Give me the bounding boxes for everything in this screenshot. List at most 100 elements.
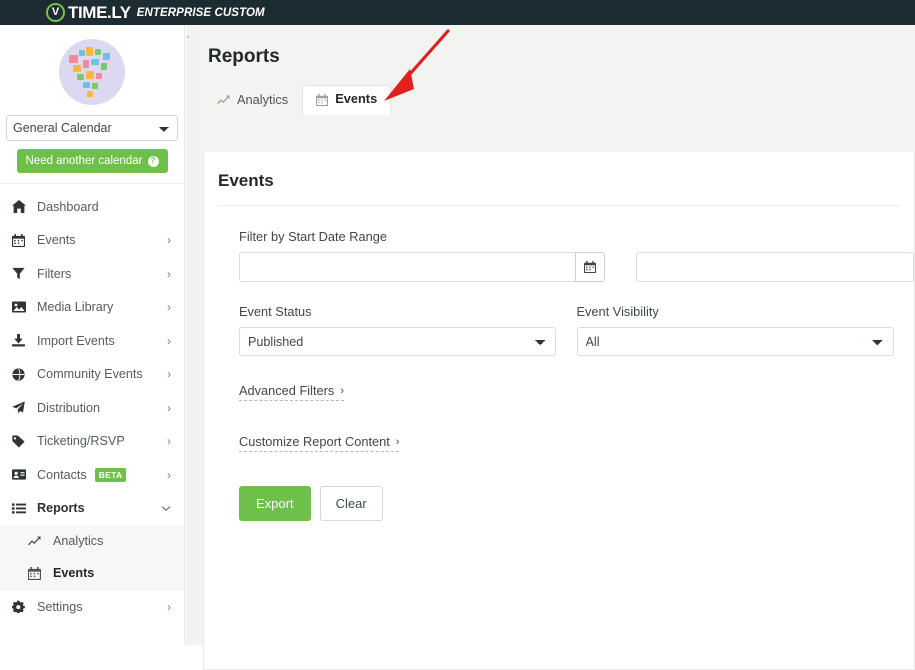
event-visibility-select[interactable]: All	[576, 327, 894, 356]
sidebar-item-label: Community Events	[37, 367, 143, 382]
need-another-calendar-button[interactable]: Need another calendar ?	[16, 149, 168, 173]
sidebar-item-label: Contacts	[37, 467, 87, 482]
event-status-group: Event Status Published	[239, 304, 577, 356]
calendar-select[interactable]: General Calendar	[6, 115, 178, 141]
sidebar-item-label: Events	[37, 233, 76, 248]
top-brand-bar: V TIME.LY ENTERPRISE CUSTOM	[0, 0, 915, 25]
sidebar-item-ticketing-rsvp[interactable]: Ticketing/RSVP ›	[0, 425, 184, 459]
sidebar-header: General Calendar Need another calendar ?	[0, 25, 184, 184]
chevron-right-icon: ›	[167, 367, 171, 382]
sidebar-item-label: Import Events	[37, 333, 115, 348]
sidebar-item-filters[interactable]: Filters ›	[0, 257, 184, 291]
sidebar-item-events[interactable]: Events ›	[0, 224, 184, 258]
chevron-right-icon: ›	[167, 599, 171, 614]
events-report-card: Events Filter by Start Date Range Event …	[203, 152, 915, 670]
question-circle-icon: ?	[147, 155, 159, 167]
calendar-icon	[12, 233, 29, 247]
chevron-right-icon: ›	[167, 300, 171, 315]
chevron-right-icon: ›	[167, 333, 171, 348]
clear-button[interactable]: Clear	[319, 486, 383, 521]
sidebar-item-community-events[interactable]: Community Events ›	[0, 358, 184, 392]
sidebar-item-analytics[interactable]: Analytics	[0, 525, 184, 557]
calendar-icon	[316, 93, 329, 106]
sidebar-item-settings[interactable]: Settings ›	[0, 590, 184, 624]
timely-v-logo-icon: V	[46, 3, 65, 22]
chevron-right-icon: ›	[340, 384, 344, 397]
status-visibility-row: Event Status Published Event Visibility …	[239, 304, 914, 356]
customize-report-row: Customize Report Content ›	[239, 433, 914, 452]
paper-plane-icon	[12, 401, 29, 414]
sidebar-subitem-label: Analytics	[53, 534, 104, 548]
customize-report-content-toggle[interactable]: Customize Report Content ›	[239, 434, 400, 452]
calendar-icon	[28, 566, 45, 580]
sidebar-item-label: Dashboard	[37, 199, 99, 214]
sidebar-nav: Dashboard Events › Filters › Media Libra…	[0, 184, 184, 624]
sidebar-item-label: Settings	[37, 599, 83, 614]
tag-icon	[12, 435, 29, 448]
sidebar-item-reports-events[interactable]: Events	[0, 557, 184, 589]
date-from-calendar-button[interactable]	[575, 252, 605, 282]
chevron-down-icon	[161, 502, 171, 514]
sidebar-item-dashboard[interactable]: Dashboard	[0, 190, 184, 224]
date-range-row	[239, 252, 914, 282]
event-visibility-label: Event Visibility	[576, 304, 659, 319]
sidebar-subnav-reports: Analytics Events	[0, 525, 184, 589]
sidebar: General Calendar Need another calendar ?…	[0, 25, 185, 645]
sidebar-item-label: Ticketing/RSVP	[37, 434, 125, 449]
address-card-icon	[12, 469, 29, 480]
tab-analytics[interactable]: Analytics	[203, 86, 302, 115]
page-title: Reports	[208, 46, 280, 67]
brand-logo[interactable]: V TIME.LY ENTERPRISE CUSTOM	[46, 3, 265, 23]
brand-name: TIME.LY	[68, 2, 131, 22]
events-report-form: Filter by Start Date Range Event Status …	[204, 206, 914, 521]
gear-icon	[12, 600, 29, 614]
chevron-left-icon	[187, 35, 189, 39]
sidebar-item-reports[interactable]: Reports	[0, 492, 184, 526]
event-visibility-group: Event Visibility All	[576, 304, 915, 356]
sidebar-item-import-events[interactable]: Import Events ›	[0, 324, 184, 358]
chart-line-icon	[28, 536, 45, 547]
sidebar-collapse-button[interactable]	[181, 30, 195, 44]
sidebar-item-distribution[interactable]: Distribution ›	[0, 391, 184, 425]
content-gutter	[186, 25, 195, 645]
report-tabs: Analytics Events	[195, 85, 915, 115]
date-from-input[interactable]	[239, 252, 576, 282]
advanced-filters-toggle[interactable]: Advanced Filters ›	[239, 383, 344, 401]
tab-label: Analytics	[237, 92, 289, 108]
calendar-avatar	[59, 39, 125, 105]
home-icon	[12, 200, 29, 214]
customize-report-label: Customize Report Content	[239, 434, 390, 449]
main-content: Reports Analytics Events Events Filter b…	[195, 25, 915, 670]
advanced-filters-label: Advanced Filters	[239, 383, 335, 398]
sidebar-subitem-label: Events	[53, 566, 95, 580]
list-icon	[12, 503, 29, 514]
need-another-calendar-label: Need another calendar	[25, 155, 143, 167]
chart-line-icon	[217, 95, 230, 106]
chevron-right-icon: ›	[167, 233, 171, 248]
funnel-icon	[12, 267, 29, 280]
sidebar-item-media-library[interactable]: Media Library ›	[0, 291, 184, 325]
chevron-right-icon: ›	[395, 435, 400, 448]
chevron-right-icon: ›	[167, 434, 171, 449]
form-actions: Export Clear	[239, 486, 914, 521]
image-icon	[12, 301, 29, 313]
status-badge-beta: BETA	[94, 467, 127, 482]
sidebar-item-label: Reports	[37, 501, 85, 516]
export-button[interactable]: Export	[239, 486, 311, 521]
calendar-icon	[584, 261, 597, 273]
sidebar-item-label: Filters	[37, 266, 72, 281]
card-title: Events	[218, 171, 274, 190]
tab-events[interactable]: Events	[302, 85, 392, 115]
sidebar-item-contacts[interactable]: Contacts BETA ›	[0, 458, 184, 492]
date-to-input[interactable]	[635, 252, 914, 282]
advanced-filters-row: Advanced Filters ›	[239, 382, 914, 401]
sidebar-item-label: Media Library	[37, 300, 114, 315]
globe-icon	[12, 368, 29, 381]
chevron-right-icon: ›	[167, 266, 171, 281]
chevron-right-icon: ›	[167, 400, 171, 415]
chevron-right-icon: ›	[167, 467, 171, 482]
tab-label: Events	[335, 91, 378, 107]
date-range-label: Filter by Start Date Range	[239, 229, 387, 244]
event-status-select[interactable]: Published	[239, 327, 556, 356]
sidebar-item-label: Distribution	[37, 400, 100, 415]
